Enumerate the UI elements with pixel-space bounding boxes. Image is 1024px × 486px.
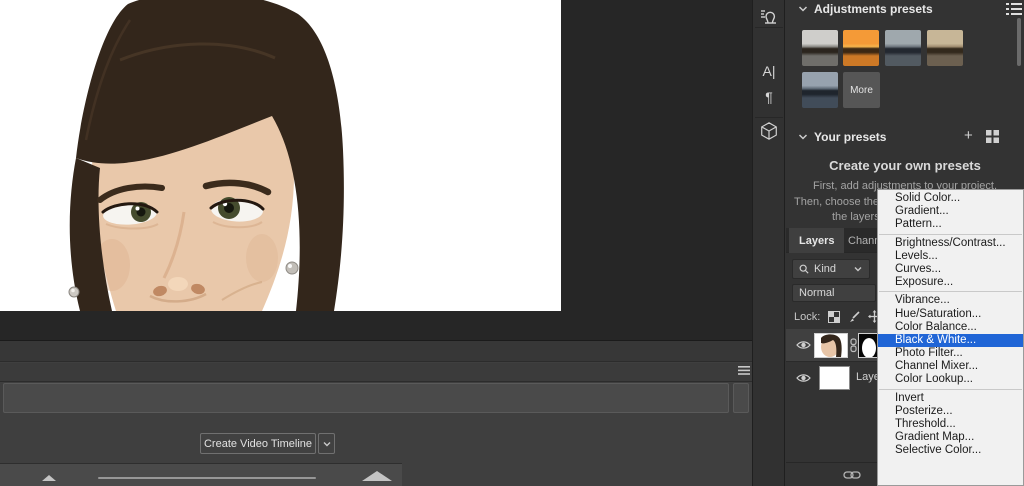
menu-item-solid-color[interactable]: Solid Color... <box>878 192 1023 205</box>
menu-item-color-balance[interactable]: Color Balance... <box>878 321 1023 334</box>
chevron-down-icon <box>323 441 330 446</box>
your-presets-title: Your presets <box>814 130 887 144</box>
menu-item-invert[interactable]: Invert <box>878 392 1023 405</box>
portrait-photo <box>0 0 561 311</box>
timeline-zoom-out-icon[interactable] <box>42 475 56 481</box>
filter-kind-label: Kind <box>814 263 837 275</box>
preset-sepia-thumbnail[interactable] <box>927 30 963 66</box>
lock-transparency-icon[interactable] <box>828 310 841 323</box>
menu-item-hue-saturation[interactable]: Hue/Saturation... <box>878 308 1023 321</box>
menu-item-brightness-contrast[interactable]: Brightness/Contrast... <box>878 237 1023 250</box>
mask-link-icon[interactable] <box>850 338 857 353</box>
timeline-header-bar <box>0 341 752 362</box>
character-panel-icon[interactable]: A| <box>755 58 783 84</box>
your-presets-header[interactable]: Your presets <box>798 130 886 144</box>
clone-source-panel-icon[interactable] <box>755 4 783 30</box>
timeline-zoom-slider[interactable] <box>98 477 316 479</box>
chevron-down-icon <box>854 267 862 272</box>
lock-row: Lock: <box>794 310 882 323</box>
preset-dusk-blue-thumbnail[interactable] <box>802 72 838 108</box>
more-presets-button[interactable]: More <box>843 72 880 108</box>
lock-label: Lock: <box>794 310 821 323</box>
search-icon <box>799 264 809 274</box>
menu-item-black-white[interactable]: Black & White... <box>878 333 1023 348</box>
photoshop-window: Create Video Timeline A| ¶ Adjustments p… <box>0 0 1024 486</box>
menu-item-gradient-map[interactable]: Gradient Map... <box>878 431 1023 444</box>
create-presets-heading: Create your own presets <box>829 158 981 173</box>
menu-separator <box>879 233 1022 235</box>
menu-item-color-lookup[interactable]: Color Lookup... <box>878 373 1023 386</box>
layer1-thumbnail[interactable] <box>814 333 848 358</box>
menu-item-gradient[interactable]: Gradient... <box>878 205 1023 218</box>
tab-layers[interactable]: Layers <box>789 228 845 253</box>
grid-view-icon[interactable] <box>986 130 999 143</box>
menu-item-channel-mixer[interactable]: Channel Mixer... <box>878 360 1023 373</box>
lock-paint-brush-icon[interactable] <box>848 310 860 323</box>
list-view-icon[interactable] <box>1006 2 1022 16</box>
menu-item-vibrance[interactable]: Vibrance... <box>878 294 1023 307</box>
timeline-panel-menu-icon[interactable] <box>738 366 750 375</box>
blend-mode-dropdown[interactable]: Normal <box>792 284 876 302</box>
create-video-timeline-button[interactable]: Create Video Timeline <box>200 433 316 454</box>
visibility-eye-icon[interactable] <box>796 373 811 383</box>
layer2-thumbnail[interactable] <box>819 366 850 390</box>
presets-hint-line2: Then, choose the <box>794 196 880 208</box>
presets-scrollbar[interactable] <box>1017 18 1021 66</box>
timeline-track-row-end <box>733 383 749 413</box>
paragraph-panel-icon[interactable]: ¶ <box>755 84 783 110</box>
blend-mode-value: Normal <box>799 287 835 299</box>
visibility-eye-icon[interactable] <box>796 340 811 350</box>
menu-separator <box>879 291 1022 293</box>
presets-hint-line3: the layers <box>832 211 880 223</box>
collapsed-panels-strip: A| ¶ <box>752 0 785 486</box>
timeline-zoom-in-icon[interactable] <box>362 471 392 481</box>
menu-item-threshold[interactable]: Threshold... <box>878 418 1023 431</box>
3d-cube-panel-icon[interactable] <box>755 118 783 144</box>
menu-item-photo-filter[interactable]: Photo Filter... <box>878 347 1023 360</box>
menu-item-curves[interactable]: Curves... <box>878 263 1023 276</box>
menu-item-levels[interactable]: Levels... <box>878 250 1023 263</box>
adjustments-presets-title: Adjustments presets <box>814 2 933 16</box>
preset-neutral-thumbnail[interactable] <box>802 30 838 66</box>
document-canvas[interactable] <box>0 0 561 311</box>
preset-cool-gray-thumbnail[interactable] <box>885 30 921 66</box>
menu-separator <box>879 388 1022 390</box>
new-adjustment-layer-menu: Solid Color... Gradient... Pattern... Brigh… <box>877 189 1024 486</box>
preset-orange-sunset-thumbnail[interactable] <box>843 30 879 66</box>
canvas-pasteboard[interactable] <box>0 0 752 357</box>
menu-item-posterize[interactable]: Posterize... <box>878 405 1023 418</box>
timeline-track-row[interactable] <box>3 383 729 413</box>
chevron-down-icon <box>798 134 808 140</box>
timeline-control-bar <box>0 463 402 486</box>
timeline-subheader-bar <box>0 363 752 382</box>
link-layers-icon[interactable] <box>843 470 861 480</box>
layer-filter-kind-dropdown[interactable]: Kind <box>792 259 870 279</box>
menu-item-pattern[interactable]: Pattern... <box>878 218 1023 231</box>
create-video-timeline-dropdown[interactable] <box>318 433 335 454</box>
tab-layers-label: Layers <box>799 234 835 247</box>
adjustments-presets-header[interactable]: Adjustments presets <box>798 2 933 16</box>
chevron-down-icon <box>798 6 808 12</box>
menu-item-selective-color[interactable]: Selective Color... <box>878 444 1023 457</box>
menu-item-exposure[interactable]: Exposure... <box>878 276 1023 289</box>
add-preset-icon[interactable]: + <box>964 128 973 143</box>
